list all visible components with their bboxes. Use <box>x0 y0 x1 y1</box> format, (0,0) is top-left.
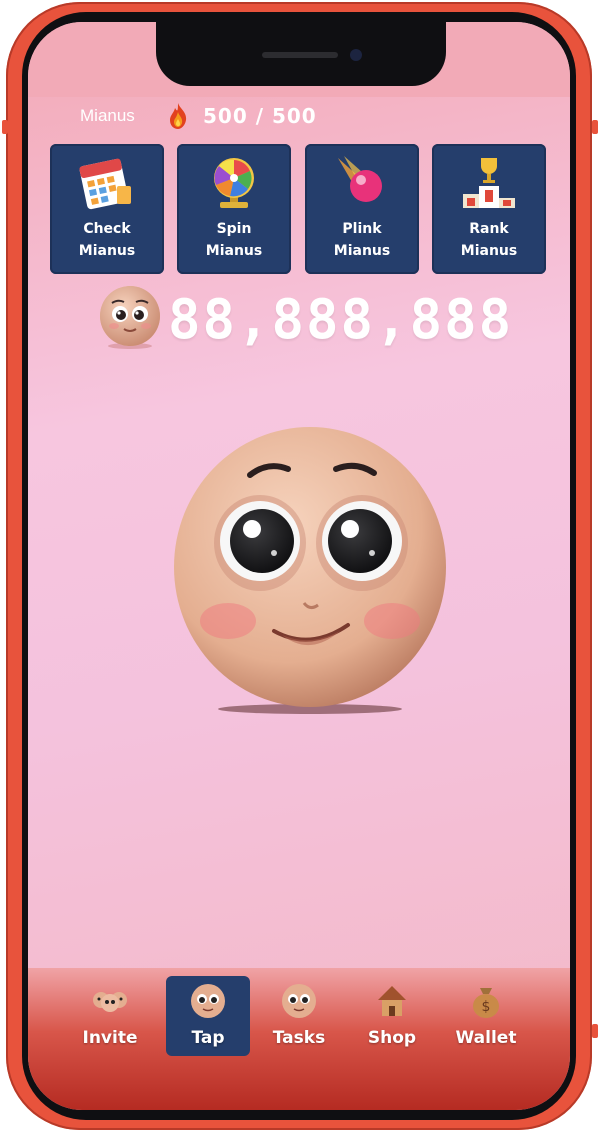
face-icon <box>191 984 225 1018</box>
feature-tiles: Check Mianus Spin Mianus Plink Mianus Ra… <box>50 144 550 274</box>
svg-text:$: $ <box>482 999 491 1015</box>
podium-icon <box>463 158 515 208</box>
tile-label: Plink <box>342 221 382 237</box>
balance-display: 88,888,888 <box>28 284 570 354</box>
calendar-icon <box>79 158 131 210</box>
fire-icon <box>166 102 190 130</box>
nav-label: Invite <box>82 1028 138 1048</box>
bottom-nav: Invite Tap Tasks Shop $ Wallet <box>28 968 570 1110</box>
phone-side-button <box>592 120 598 134</box>
wheel-icon <box>214 158 254 208</box>
nav-shop[interactable]: Shop <box>350 976 434 1056</box>
rank-mianus-button[interactable]: Rank Mianus <box>432 144 546 274</box>
tile-label: Rank <box>469 221 509 237</box>
nav-label: Tasks <box>272 1028 326 1048</box>
face-icon <box>282 984 316 1018</box>
nav-label: Wallet <box>455 1028 517 1048</box>
nav-invite[interactable]: Invite <box>68 976 152 1056</box>
spin-mianus-button[interactable]: Spin Mianus <box>177 144 291 274</box>
status-bar: Mianus 500 / 500 <box>28 100 570 136</box>
house-icon <box>378 986 406 1016</box>
tile-label: Mianus <box>205 243 263 259</box>
nav-wallet[interactable]: $ Wallet <box>444 976 528 1056</box>
app-screen: Mianus 500 / 500 Check Mianus Spin Mianu… <box>28 22 570 1110</box>
nav-label: Tap <box>191 1028 225 1048</box>
tile-label: Check <box>83 221 131 237</box>
nav-tap[interactable]: Tap <box>166 976 250 1056</box>
ball-icon <box>338 156 382 202</box>
check-mianus-button[interactable]: Check Mianus <box>50 144 164 274</box>
money-bag-icon: $ <box>473 988 499 1018</box>
face-icon <box>174 427 446 714</box>
phone-notch <box>156 22 446 86</box>
tile-label: Mianus <box>78 243 136 259</box>
coin-face-icon <box>98 284 162 354</box>
nav-label: Shop <box>367 1028 417 1048</box>
phone-side-button <box>592 1024 598 1038</box>
phone-side-button <box>2 120 8 134</box>
energy-counter: 500 / 500 <box>203 104 317 128</box>
speaker-grille <box>262 52 338 58</box>
plink-mianus-button[interactable]: Plink Mianus <box>305 144 419 274</box>
camera-icon <box>350 49 362 61</box>
nav-tasks[interactable]: Tasks <box>257 976 341 1056</box>
tile-label: Mianus <box>460 243 518 259</box>
tile-label: Mianus <box>333 243 391 259</box>
balance-value: 88,888,888 <box>168 288 514 351</box>
tap-face-button[interactable] <box>170 425 450 729</box>
username: Mianus <box>80 106 135 125</box>
faces-icon <box>93 992 127 1012</box>
tile-label: Spin <box>216 221 252 237</box>
